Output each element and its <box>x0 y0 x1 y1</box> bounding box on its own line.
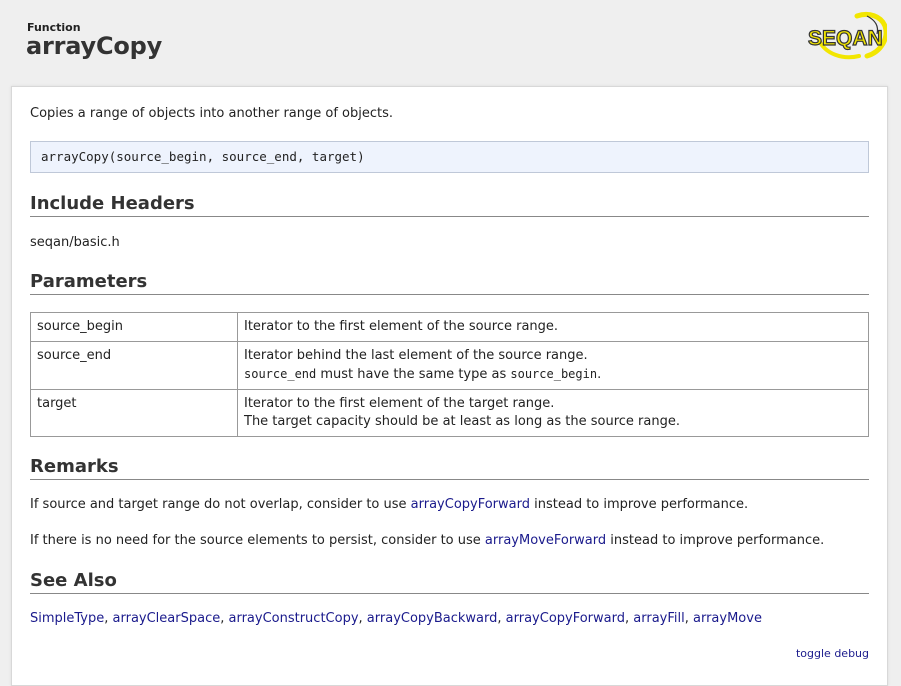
summary-text: Copies a range of objects into another r… <box>30 106 394 121</box>
param-name: source_begin <box>30 312 238 342</box>
seqan-logo[interactable]: SEQAN <box>805 10 887 62</box>
param-desc-text: Iterator behind the last element of the … <box>244 348 588 363</box>
see-also-heading: See Also <box>30 570 869 594</box>
param-desc-text: Iterator to the first element of the tar… <box>244 396 555 411</box>
link-arrayMoveForward[interactable]: arrayMoveForward <box>485 533 606 548</box>
page-title: arrayCopy <box>26 32 163 60</box>
link-arrayCopyForward[interactable]: arrayCopyForward <box>411 497 530 512</box>
table-row: source_end Iterator behind the last elem… <box>30 341 869 390</box>
see-also-link[interactable]: arrayMove <box>693 611 762 626</box>
include-file: seqan/basic.h <box>30 235 120 250</box>
code-ref: source_begin <box>510 367 598 381</box>
separator: , <box>104 611 113 626</box>
remark-text: instead to improve performance. <box>606 533 825 548</box>
see-also-link[interactable]: arrayConstructCopy <box>228 611 358 626</box>
remark-text: instead to improve performance. <box>530 497 749 512</box>
param-desc-text: Iterator to the first element of the sou… <box>244 319 559 334</box>
see-also-links: SimpleType, arrayClearSpace, arrayConstr… <box>30 611 762 626</box>
separator: , <box>497 611 506 626</box>
param-name: target <box>30 389 238 437</box>
table-row: target Iterator to the first element of … <box>30 389 869 437</box>
logo-text: SEQAN <box>807 26 883 50</box>
include-headers-heading: Include Headers <box>30 193 869 217</box>
remark-paragraph: If source and target range do not overla… <box>30 497 748 512</box>
remarks-heading: Remarks <box>30 456 869 480</box>
see-also-link[interactable]: arrayClearSpace <box>113 611 221 626</box>
see-also-link[interactable]: SimpleType <box>30 611 104 626</box>
separator: , <box>358 611 367 626</box>
toggle-debug-link[interactable]: toggle debug <box>796 647 869 660</box>
table-row: source_begin Iterator to the first eleme… <box>30 312 869 342</box>
param-desc: Iterator to the first element of the sou… <box>237 312 869 342</box>
see-also-link[interactable]: arrayCopyForward <box>506 611 625 626</box>
remark-paragraph: If there is no need for the source eleme… <box>30 533 824 548</box>
remark-text: If source and target range do not overla… <box>30 497 411 512</box>
code-ref: source_end <box>244 367 317 381</box>
param-note-end: . <box>597 367 602 382</box>
param-name: source_end <box>30 341 238 390</box>
page-header: Function arrayCopy SEQAN <box>0 0 901 86</box>
function-signature: arrayCopy(source_begin, source_end, targ… <box>30 141 869 173</box>
separator: , <box>684 611 693 626</box>
content-panel: Copies a range of objects into another r… <box>11 86 888 686</box>
see-also-link[interactable]: arrayFill <box>633 611 684 626</box>
see-also-link[interactable]: arrayCopyBackward <box>367 611 498 626</box>
remark-text: If there is no need for the source eleme… <box>30 533 485 548</box>
param-desc: Iterator behind the last element of the … <box>237 341 869 390</box>
svg-text:SEQAN: SEQAN <box>808 27 883 50</box>
param-desc: Iterator to the first element of the tar… <box>237 389 869 437</box>
parameters-heading: Parameters <box>30 271 869 295</box>
param-desc-text-2: The target capacity should be at least a… <box>244 414 680 429</box>
param-note-text: must have the same type as <box>316 367 511 382</box>
parameters-table: source_begin Iterator to the first eleme… <box>30 312 869 437</box>
